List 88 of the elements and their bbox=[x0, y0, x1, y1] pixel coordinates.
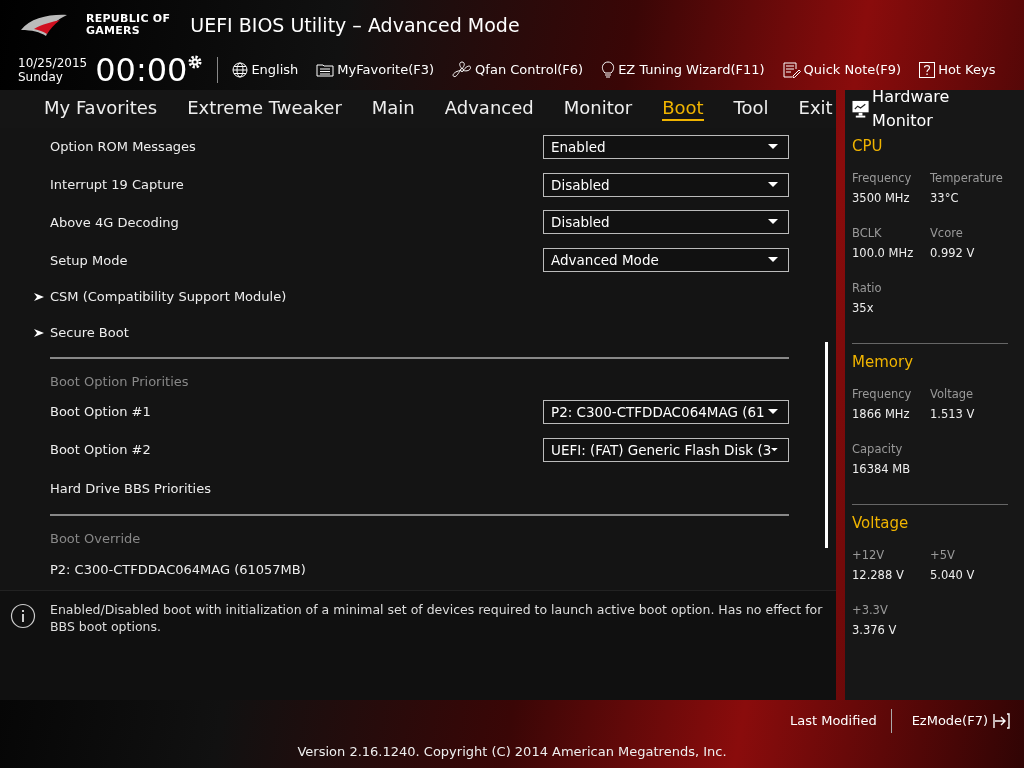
setting-label: Interrupt 19 Capture bbox=[50, 175, 184, 194]
stat-value: 3500 MHz bbox=[852, 190, 911, 207]
caret-icon bbox=[771, 446, 778, 453]
settings-icon[interactable] bbox=[187, 54, 204, 70]
menu-tab[interactable]: Main bbox=[371, 97, 415, 121]
section-title: CPU bbox=[852, 136, 884, 157]
stat-label: Capacity bbox=[852, 441, 904, 458]
ez-mode-button[interactable]: EzMode(F7) bbox=[891, 711, 992, 731]
setting-label: Boot Option #2 bbox=[50, 440, 151, 459]
dropdown-field[interactable]: Advanced Mode bbox=[543, 248, 789, 273]
menu-tab[interactable]: Monitor bbox=[563, 97, 633, 121]
stat-value: 1.513 V bbox=[930, 406, 976, 423]
stat-value: 12.288 V bbox=[852, 567, 905, 584]
help-icon bbox=[919, 62, 936, 78]
setting-label: Setup Mode bbox=[50, 251, 128, 270]
stat-label: Ratio bbox=[852, 280, 883, 297]
stat-label: Frequency bbox=[852, 170, 913, 187]
stat-value: 5.040 V bbox=[930, 567, 976, 584]
stat-value: 0.992 V bbox=[930, 245, 976, 262]
stat-value: 3.376 V bbox=[852, 622, 898, 639]
stat-label: BCLK bbox=[852, 225, 883, 242]
submenu-link[interactable]: Secure Boot bbox=[50, 323, 129, 343]
logo-icon bbox=[20, 12, 68, 38]
menu-tab[interactable]: Tool bbox=[733, 97, 769, 121]
panel-title: Hardware Monitor bbox=[872, 86, 951, 132]
list-icon bbox=[316, 63, 335, 77]
dropdown-field[interactable]: P2: C300-CTFDDAC064MAG (61 bbox=[543, 399, 789, 424]
menu-tab[interactable]: My Favorites bbox=[44, 97, 158, 121]
stat-label: +12V bbox=[852, 547, 886, 564]
stat-value: 16384 MB bbox=[852, 461, 912, 478]
dropdown-field[interactable]: Enabled bbox=[543, 134, 789, 159]
globe-icon bbox=[232, 62, 249, 78]
toolbar-button[interactable]: Quick Note(F9) bbox=[803, 60, 902, 80]
brand-text: REPUBLIC OF bbox=[86, 13, 171, 25]
toolbar-button[interactable]: English bbox=[251, 60, 299, 80]
day-text: Sunday bbox=[18, 70, 64, 84]
stat-label: Frequency bbox=[852, 386, 913, 403]
section-title: Memory bbox=[852, 352, 914, 373]
dropdown-field[interactable]: UEFI: (FAT) Generic Flash Disk (3 bbox=[543, 437, 789, 462]
stat-label: Voltage bbox=[930, 386, 975, 403]
caret-icon bbox=[768, 257, 778, 264]
stat-value: 33°C bbox=[930, 190, 960, 207]
help-text: Enabled/Disabled boot with initialization of a minimal set of devices required to launch active boot option. Has no effect for BBS boot options. bbox=[50, 601, 824, 635]
setting-item[interactable]: P2: C300-CTFDDAC064MAG (61057MB) bbox=[50, 560, 306, 580]
stat-label: +5V bbox=[930, 547, 956, 564]
section-heading: Boot Option Priorities bbox=[50, 372, 189, 391]
section-heading: Boot Override bbox=[50, 529, 141, 548]
setting-label: Above 4G Decoding bbox=[50, 213, 179, 232]
caret-icon bbox=[768, 219, 778, 226]
submenu-link[interactable]: CSM (Compatibility Support Module) bbox=[50, 287, 287, 307]
last-modified-button[interactable]: Last Modified bbox=[775, 711, 891, 731]
section-title: Voltage bbox=[852, 513, 910, 534]
note-icon bbox=[782, 62, 801, 78]
fan-icon bbox=[452, 61, 473, 79]
menu-tab[interactable]: Advanced bbox=[444, 97, 534, 121]
stat-value: 100.0 MHz bbox=[852, 245, 915, 262]
caret-icon bbox=[768, 143, 778, 150]
window-title: UEFI BIOS Utility – Advanced Mode bbox=[190, 12, 520, 38]
brand-text: GAMERS bbox=[86, 25, 142, 37]
toolbar-button[interactable]: Qfan Control(F6) bbox=[475, 60, 584, 80]
setting-label: Option ROM Messages bbox=[50, 138, 196, 157]
menu-tab[interactable]: Exit bbox=[798, 97, 833, 121]
info-icon bbox=[10, 603, 36, 629]
stat-label: Temperature bbox=[930, 170, 1004, 187]
setting-item[interactable]: Hard Drive BBS Priorities bbox=[50, 478, 211, 499]
toolbar-button[interactable]: MyFavorite(F3) bbox=[337, 60, 435, 80]
menu-tab[interactable]: Boot bbox=[662, 97, 704, 121]
date-text: 10/25/2015 bbox=[18, 56, 88, 70]
stat-label: +3.3V bbox=[852, 602, 889, 619]
toolbar-button[interactable]: Hot Keys bbox=[938, 60, 996, 80]
exit-arrow-icon[interactable] bbox=[992, 713, 1010, 729]
caret-icon bbox=[768, 181, 778, 188]
toolbar-button[interactable]: EZ Tuning Wizard(F11) bbox=[618, 60, 765, 80]
menu-tab[interactable]: Extreme Tweaker bbox=[187, 97, 342, 121]
arrow-icon bbox=[34, 329, 44, 338]
version-text: Version 2.16.1240. Copyright (C) 2014 American Megatrends, Inc. bbox=[296, 743, 728, 761]
setting-label: Boot Option #1 bbox=[50, 403, 151, 422]
dropdown-field[interactable]: Disabled bbox=[543, 172, 789, 197]
dropdown-field[interactable]: Disabled bbox=[543, 210, 789, 235]
clock-time: 00:00 bbox=[95, 54, 188, 86]
stat-value: 35x bbox=[852, 300, 875, 317]
monitor-icon bbox=[852, 100, 870, 118]
lightbulb-icon bbox=[601, 61, 616, 79]
stat-label: Vcore bbox=[930, 225, 964, 242]
scrollbar[interactable] bbox=[825, 342, 828, 548]
caret-icon bbox=[768, 408, 778, 415]
arrow-icon bbox=[34, 293, 44, 302]
stat-value: 1866 MHz bbox=[852, 406, 911, 423]
